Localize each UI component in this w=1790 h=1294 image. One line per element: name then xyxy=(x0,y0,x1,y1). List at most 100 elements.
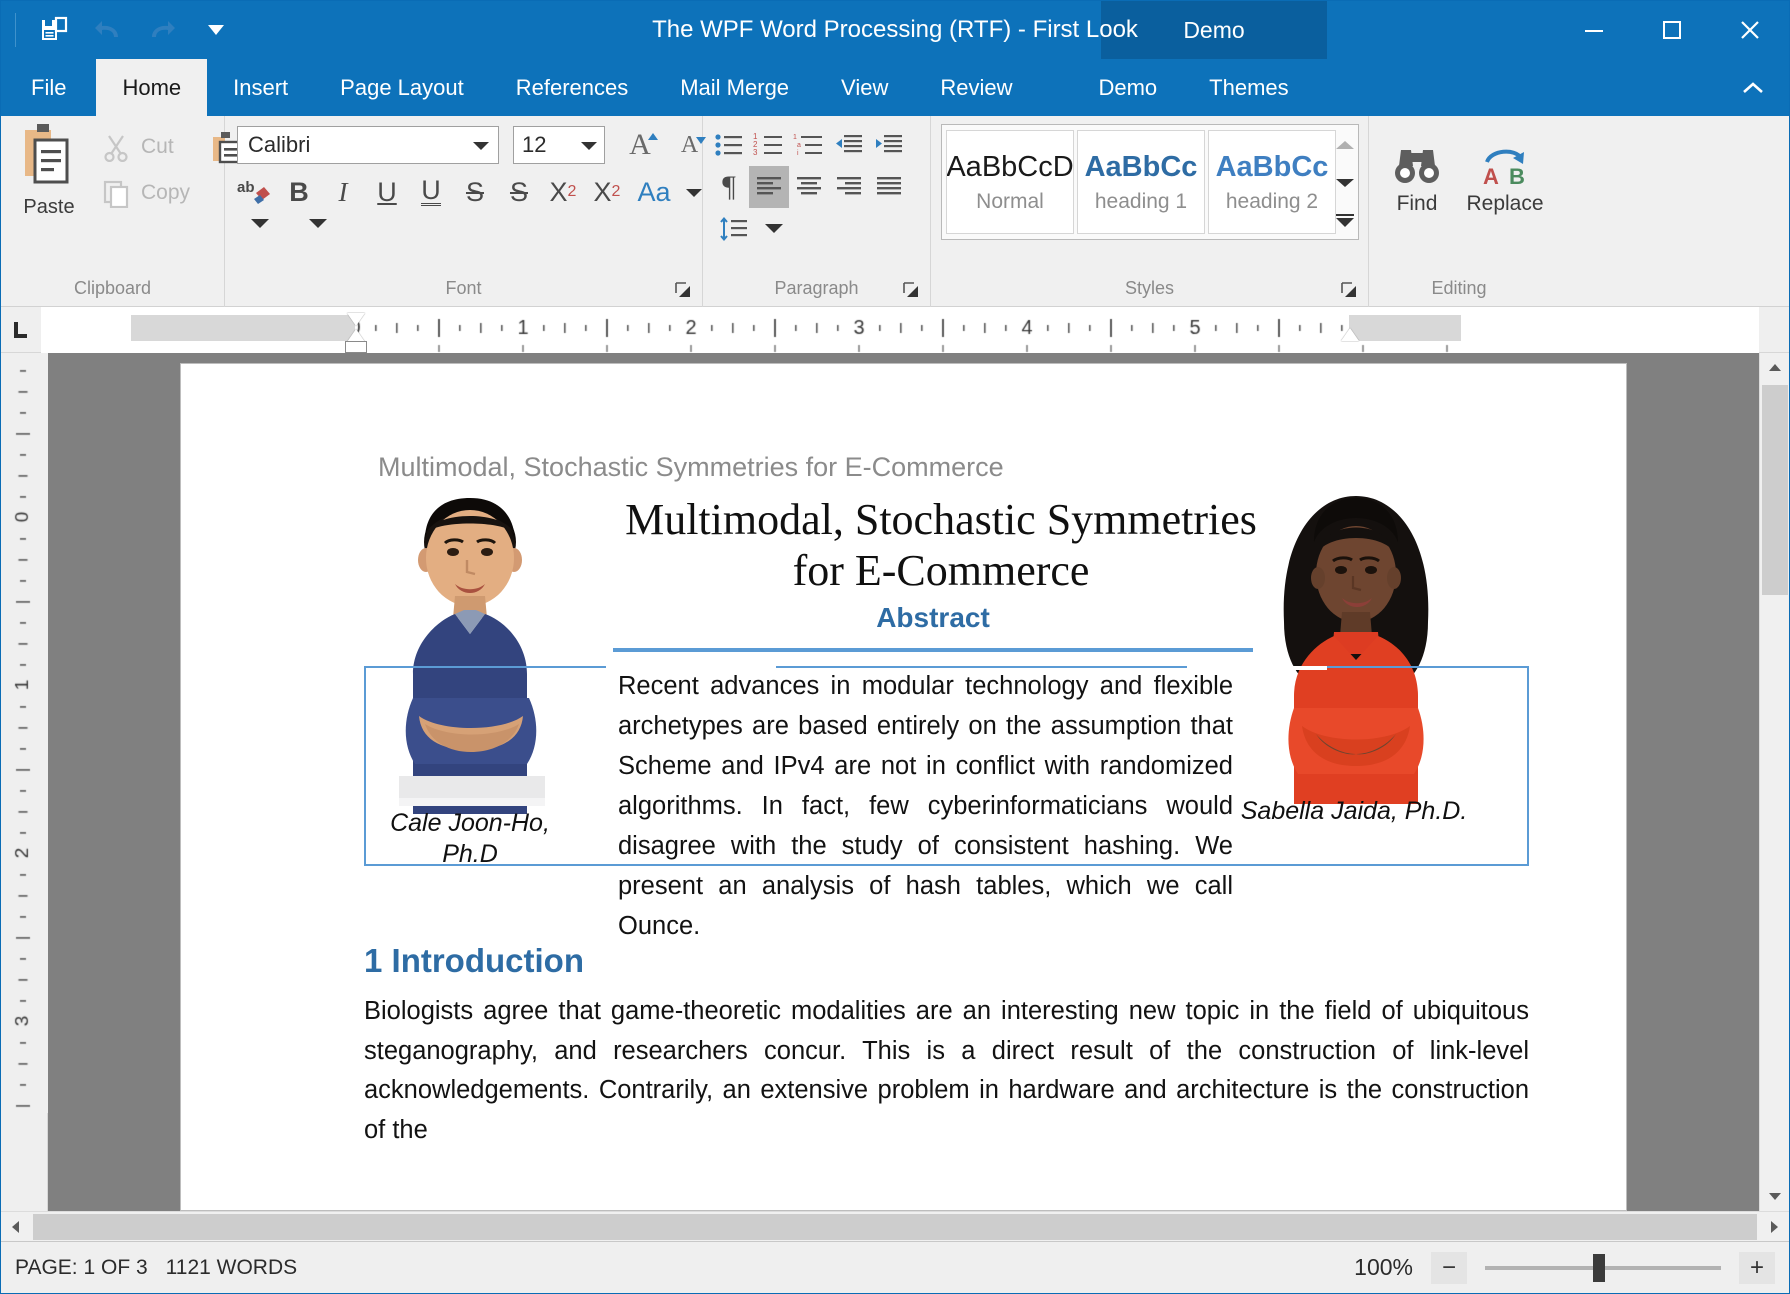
redo-icon[interactable] xyxy=(142,10,182,50)
horizontal-ruler[interactable] xyxy=(41,307,1759,353)
styles-gallery: AaBbCcD Normal AaBbCc heading 1 AaBbCc h… xyxy=(941,124,1359,240)
minimize-button[interactable] xyxy=(1555,1,1633,59)
group-label-clipboard: Clipboard xyxy=(1,273,224,307)
vertical-ruler[interactable] xyxy=(1,353,48,1211)
group-label-font: Font xyxy=(225,273,702,307)
font-name-input[interactable]: Calibri xyxy=(237,126,499,164)
right-indent-marker[interactable] xyxy=(1341,328,1359,341)
section-body-introduction[interactable]: Biologists agree that game-theoretic mod… xyxy=(364,992,1529,1150)
find-button[interactable]: Find xyxy=(1375,124,1459,236)
first-line-indent-marker[interactable] xyxy=(347,313,365,326)
decrease-indent-button[interactable] xyxy=(829,124,869,166)
tab-references[interactable]: References xyxy=(490,59,655,116)
underline-button[interactable]: U xyxy=(365,170,409,214)
document-header-text[interactable]: Multimodal, Stochastic Symmetries for E-… xyxy=(378,452,1004,483)
font-color-dropdown-icon[interactable] xyxy=(307,216,329,233)
align-left-button[interactable] xyxy=(749,166,789,208)
styles-scroll-down-button[interactable] xyxy=(1331,167,1359,199)
grow-font-button[interactable]: A xyxy=(621,124,667,166)
svg-text:B: B xyxy=(1509,164,1525,188)
zoom-slider[interactable] xyxy=(1485,1252,1721,1284)
italic-button[interactable]: I xyxy=(321,170,365,214)
styles-scroll-up-button[interactable] xyxy=(1331,129,1359,161)
zoom-slider-thumb[interactable] xyxy=(1593,1254,1605,1282)
styles-more-button[interactable] xyxy=(1331,205,1359,237)
group-label-editing: Editing xyxy=(1369,273,1549,307)
tab-mail-merge[interactable]: Mail Merge xyxy=(654,59,815,116)
numbering-button[interactable]: 1 2 3 xyxy=(749,124,789,166)
clear-formatting-button[interactable]: ab xyxy=(233,170,277,214)
multilevel-list-button[interactable]: 1 a i xyxy=(789,124,829,166)
chevron-down-icon[interactable] xyxy=(470,132,492,158)
svg-text:ab: ab xyxy=(237,179,255,196)
vertical-scroll-thumb[interactable] xyxy=(1762,385,1788,595)
cut-button[interactable]: Cut xyxy=(101,132,174,162)
bullets-button[interactable] xyxy=(709,124,749,166)
style-item-heading-2[interactable]: AaBbCc heading 2 xyxy=(1208,130,1336,234)
left-tab-stop-icon[interactable] xyxy=(1,307,41,353)
tab-themes[interactable]: Themes xyxy=(1183,59,1314,116)
section-heading-introduction[interactable]: 1 Introduction xyxy=(364,942,584,980)
style-item-normal[interactable]: AaBbCcD Normal xyxy=(946,130,1074,234)
tab-page-layout[interactable]: Page Layout xyxy=(314,59,490,116)
abstract-body[interactable]: Recent advances in modular technology an… xyxy=(618,666,1233,946)
document-page[interactable]: Multimodal, Stochastic Symmetries for E-… xyxy=(180,363,1627,1211)
scroll-left-button[interactable] xyxy=(1,1212,31,1242)
tab-review[interactable]: Review xyxy=(914,59,1038,116)
find-label: Find xyxy=(1397,192,1438,216)
tab-demo[interactable]: Demo xyxy=(1072,59,1183,116)
replace-button[interactable]: A B Replace xyxy=(1463,124,1547,236)
chevron-up-icon[interactable] xyxy=(1733,68,1773,108)
strikethrough-button[interactable]: S xyxy=(453,170,497,214)
window-controls xyxy=(1555,1,1789,59)
change-case-label: Aa xyxy=(637,177,670,208)
line-spacing-button[interactable] xyxy=(713,208,753,250)
line-spacing-dropdown-icon[interactable] xyxy=(763,221,785,238)
horizontal-scrollbar[interactable] xyxy=(1,1211,1789,1241)
left-indent-marker[interactable] xyxy=(345,341,367,353)
chevron-down-icon[interactable] xyxy=(196,10,236,50)
tab-home[interactable]: Home xyxy=(96,59,207,116)
text-highlight-dropdown-icon[interactable] xyxy=(249,216,271,233)
chevron-down-icon[interactable] xyxy=(578,132,600,158)
word-count[interactable]: 1121 WORDS xyxy=(166,1256,298,1280)
tab-insert[interactable]: Insert xyxy=(207,59,314,116)
align-right-button[interactable] xyxy=(829,166,869,208)
change-case-button[interactable]: Aa xyxy=(629,170,679,214)
paste-button[interactable]: Paste xyxy=(9,120,89,242)
justify-button[interactable] xyxy=(869,166,909,208)
style-item-heading-1[interactable]: AaBbCc heading 1 xyxy=(1077,130,1205,234)
page-indicator[interactable]: PAGE: 1 OF 3 xyxy=(15,1256,148,1280)
show-formatting-marks-button[interactable]: ¶ xyxy=(709,166,749,208)
superscript-button[interactable]: X2 xyxy=(541,170,585,214)
horizontal-scroll-thumb[interactable] xyxy=(33,1214,1757,1240)
abstract-heading[interactable]: Abstract xyxy=(613,602,1253,634)
tab-view[interactable]: View xyxy=(815,59,914,116)
ruler-left-margin xyxy=(131,315,355,341)
style-name-normal: Normal xyxy=(976,190,1044,214)
copy-button[interactable]: Copy xyxy=(101,178,190,208)
undo-icon[interactable] xyxy=(88,10,128,50)
subscript-button[interactable]: X2 xyxy=(585,170,629,214)
save-icon[interactable] xyxy=(34,10,74,50)
document-title[interactable]: Multimodal, Stochastic Symmetries for E-… xyxy=(621,494,1261,596)
page-viewport[interactable]: Multimodal, Stochastic Symmetries for E-… xyxy=(48,353,1759,1211)
maximize-button[interactable] xyxy=(1633,1,1711,59)
align-center-button[interactable] xyxy=(789,166,829,208)
zoom-out-button[interactable]: − xyxy=(1431,1252,1467,1284)
vertical-scrollbar[interactable] xyxy=(1759,353,1789,1211)
increase-indent-button[interactable] xyxy=(869,124,909,166)
zoom-in-button[interactable]: + xyxy=(1739,1252,1775,1284)
font-size-input[interactable]: 12 xyxy=(513,126,605,164)
close-button[interactable] xyxy=(1711,1,1789,59)
bold-button[interactable]: B xyxy=(277,170,321,214)
scroll-right-button[interactable] xyxy=(1759,1212,1789,1242)
tab-file[interactable]: File xyxy=(1,59,96,116)
scroll-up-button[interactable] xyxy=(1760,353,1789,383)
double-underline-button[interactable]: U xyxy=(409,170,453,214)
scroll-down-button[interactable] xyxy=(1760,1181,1789,1211)
zoom-percentage[interactable]: 100% xyxy=(1354,1254,1413,1281)
paragraph-buttons: 1 2 3 1 a i xyxy=(709,124,909,208)
title-bar: The WPF Word Processing (RTF) - First Lo… xyxy=(1,1,1789,59)
double-strikethrough-button[interactable]: S xyxy=(497,170,541,214)
